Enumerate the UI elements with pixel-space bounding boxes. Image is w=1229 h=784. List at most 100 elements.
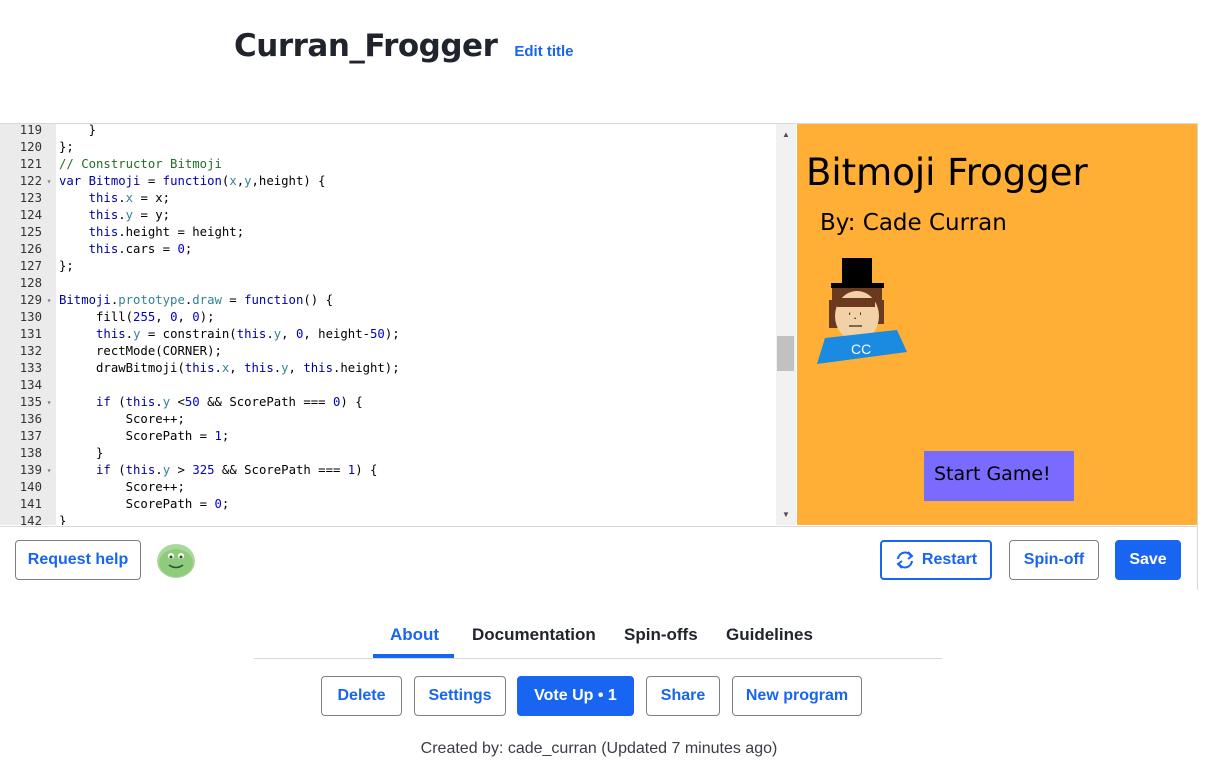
line-number: 130 — [19, 310, 42, 324]
code-line[interactable]: 132 rectMode(CORNER); — [0, 343, 776, 360]
share-button[interactable]: Share — [646, 676, 720, 716]
code-text: ScorePath = 1; — [59, 429, 230, 443]
code-line[interactable]: 123 this.x = x; — [0, 190, 776, 207]
line-number: 125 — [19, 225, 42, 239]
code-line[interactable]: 128 — [0, 275, 776, 292]
fold-arrow-icon[interactable]: ▾ — [42, 292, 56, 309]
tab-spin-offs[interactable]: Spin-offs — [624, 625, 698, 645]
tab-documentation[interactable]: Documentation — [472, 625, 596, 645]
code-text: rectMode(CORNER); — [59, 344, 222, 358]
code-line[interactable]: 127}; — [0, 258, 776, 275]
code-line[interactable]: 126 this.cars = 0; — [0, 241, 776, 258]
code-line[interactable]: 140 Score++; — [0, 479, 776, 496]
code-text: if (this.y <50 && ScorePath === 0) { — [96, 395, 363, 409]
line-number: 140 — [19, 480, 42, 494]
code-line[interactable]: 134 — [0, 377, 776, 394]
line-number: 122 — [19, 174, 42, 188]
code-line[interactable]: 136 Score++; — [0, 411, 776, 428]
start-game-button[interactable]: Start Game! — [924, 451, 1074, 501]
line-number: 139 — [19, 463, 42, 477]
code-line[interactable]: 131 this.y = constrain(this.y, 0, height… — [0, 326, 776, 343]
line-number: 126 — [19, 242, 42, 256]
code-text: this.height = height; — [88, 225, 245, 239]
code-text: }; — [59, 259, 74, 273]
code-line[interactable]: 119 } — [0, 124, 776, 139]
delete-button[interactable]: Delete — [321, 676, 402, 716]
code-line[interactable]: 139 ▾ if (this.y > 325 && ScorePath === 1… — [0, 462, 776, 479]
bitmoji-initials: CC — [851, 341, 871, 357]
game-byline: By: Cade Curran — [820, 210, 1007, 236]
line-number: 142 — [19, 514, 42, 525]
code-line[interactable]: 122 ▾ var Bitmoji = function(x,y,height) { — [0, 173, 776, 190]
restart-button[interactable]: Restart — [880, 540, 992, 580]
settings-button[interactable]: Settings — [414, 676, 506, 716]
avatar[interactable] — [156, 541, 196, 579]
code-line[interactable]: 135 ▾ if (this.y <50 && ScorePath === 0) … — [0, 394, 776, 411]
line-number: 119 — [19, 124, 42, 137]
tab-about[interactable]: About — [390, 625, 439, 645]
line-number: 131 — [19, 327, 42, 341]
line-number: 138 — [19, 446, 42, 460]
code-line[interactable]: 137 ScorePath = 1; — [0, 428, 776, 445]
code-text: this.cars = 0; — [88, 242, 193, 256]
code-editor[interactable]: 119 } 120}; 121// Constructor Bitmoji 122 ▾ v… — [0, 124, 796, 525]
fold-arrow-icon[interactable]: ▾ — [42, 173, 56, 190]
code-line[interactable]: 142} — [0, 513, 776, 525]
editor-scrollbar[interactable]: ▲ ▼ — [776, 124, 796, 525]
code-text: var Bitmoji = function(x,y,height) { — [59, 174, 326, 188]
code-line[interactable]: 121 // Constructor Bitmoji — [0, 156, 776, 173]
tab-guidelines[interactable]: Guidelines — [726, 625, 813, 645]
program-tabs: About Documentation Spin-offs Guidelines — [254, 618, 942, 659]
save-button[interactable]: Save — [1115, 540, 1181, 580]
code-text: // Constructor Bitmoji — [59, 157, 222, 171]
fold-arrow-icon[interactable]: ▾ — [42, 462, 56, 479]
new-program-button[interactable]: New program — [732, 676, 862, 716]
code-text: drawBitmoji(this.x, this.y, this.height)… — [59, 361, 400, 375]
code-lines[interactable]: 119 } 120}; 121// Constructor Bitmoji 122 ▾ v… — [0, 124, 776, 525]
code-text: Score++; — [59, 412, 185, 426]
request-help-button[interactable]: Request help — [15, 540, 141, 580]
vote-up-button[interactable]: Vote Up • 1 — [517, 676, 634, 716]
code-text: Score++; — [59, 480, 185, 494]
scroll-up-arrow-icon[interactable]: ▲ — [776, 126, 796, 143]
line-number: 129 — [19, 293, 42, 307]
scroll-down-arrow-icon[interactable]: ▼ — [776, 506, 796, 523]
line-number: 120 — [19, 140, 42, 154]
code-line[interactable]: 125 this.height = height; — [0, 224, 776, 241]
edit-title-link[interactable]: Edit title — [514, 43, 573, 60]
spinoff-button[interactable]: Spin-off — [1009, 540, 1099, 580]
code-line[interactable]: 130 fill(255, 0, 0); — [0, 309, 776, 326]
code-text: } — [59, 124, 97, 137]
code-line[interactable]: 138 } — [0, 445, 776, 462]
scrollbar-thumb[interactable] — [777, 336, 794, 371]
fold-arrow-icon[interactable]: ▾ — [42, 394, 56, 411]
line-number: 133 — [19, 361, 42, 375]
code-line[interactable]: 141 ScorePath = 0; — [0, 496, 776, 513]
code-text: if (this.y > 325 && ScorePath === 1) { — [96, 463, 378, 477]
restart-icon — [896, 551, 914, 569]
code-text: this.y = constrain(this.y, 0, height-50)… — [96, 327, 400, 341]
code-line[interactable]: 129 ▾ Bitmoji.prototype.draw = function() … — [0, 292, 776, 309]
line-number: 141 — [19, 497, 42, 511]
program-canvas[interactable]: Bitmoji Frogger By: Cade Curran '.' CC S… — [797, 124, 1197, 525]
code-line[interactable]: 120}; — [0, 139, 776, 156]
code-text: Bitmoji.prototype.draw = function() { — [59, 293, 333, 307]
code-line[interactable]: 133 drawBitmoji(this.x, this.y, this.hei… — [0, 360, 776, 377]
code-line[interactable]: 124 this.y = y; — [0, 207, 776, 224]
code-text: fill(255, 0, 0); — [59, 310, 215, 324]
line-number: 134 — [19, 378, 42, 392]
code-text: }; — [59, 140, 74, 154]
page-title: Curran_Frogger — [234, 28, 498, 64]
editor-toolbar: Request help Restart Spin-off Save — [0, 526, 1197, 590]
